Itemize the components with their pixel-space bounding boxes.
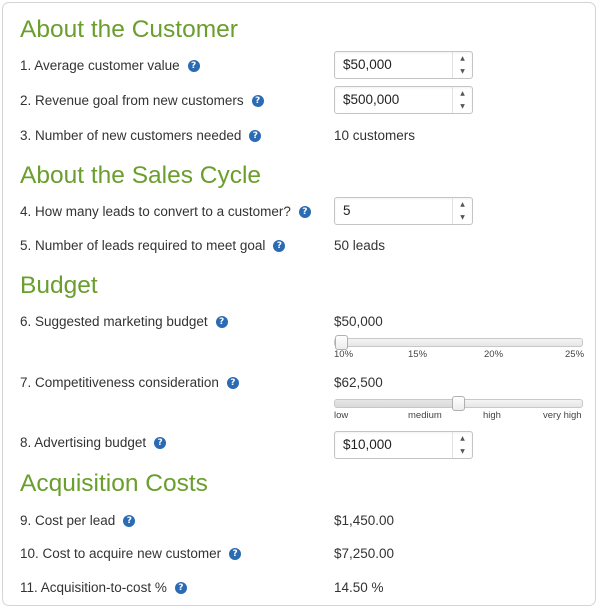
row-average-customer-value: 1. Average customer value ? xyxy=(20,59,200,73)
row-advertising-budget: 8. Advertising budget ? xyxy=(20,435,167,450)
help-icon[interactable]: ? xyxy=(154,436,167,449)
slider-tick-label: 10% xyxy=(334,349,354,360)
slider-tick-label: 20% xyxy=(484,349,504,360)
chevron-down-icon[interactable]: ▼ xyxy=(453,445,472,458)
leads-per-customer-stepper[interactable]: 5 ▲ ▼ xyxy=(334,197,473,225)
row-label: 4. How many leads to convert to a custom… xyxy=(20,204,291,219)
slider-handle[interactable] xyxy=(452,396,465,411)
help-icon[interactable]: ? xyxy=(273,239,286,252)
row-label: 6. Suggested marketing budget xyxy=(20,314,208,329)
leads-required-value: 50 leads xyxy=(334,238,386,253)
row-cost-to-acquire: 10. Cost to acquire new customer ? xyxy=(20,546,242,561)
stepper-arrows: ▲ ▼ xyxy=(452,198,472,224)
cost-per-lead-value: $1,450.00 xyxy=(334,513,395,528)
row-label: 1. Average customer value xyxy=(20,58,180,73)
section-title-budget: Budget xyxy=(20,272,98,299)
chevron-up-icon[interactable]: ▲ xyxy=(453,198,472,211)
row-label: 2. Revenue goal from new customers xyxy=(20,93,244,108)
slider-tick-label: low xyxy=(334,410,349,421)
section-title-customer: About the Customer xyxy=(20,16,238,43)
marketing-budget-slider[interactable] xyxy=(334,335,583,350)
slider-fill xyxy=(335,400,459,407)
stepper-arrows: ▲ ▼ xyxy=(452,52,472,78)
slider-tick-label: 15% xyxy=(408,349,428,360)
row-leads-required: 5. Number of leads required to meet goal… xyxy=(20,238,286,253)
row-label: 8. Advertising budget xyxy=(20,435,147,450)
help-icon[interactable]: ? xyxy=(249,129,262,142)
calculator-card: About the Customer 1. Average customer v… xyxy=(2,2,596,606)
stepper-arrows: ▲ ▼ xyxy=(452,87,472,113)
stepper-value[interactable]: 5 xyxy=(335,198,452,224)
stepper-arrows: ▲ ▼ xyxy=(452,432,472,458)
help-icon[interactable]: ? xyxy=(123,514,136,527)
chevron-up-icon[interactable]: ▲ xyxy=(453,87,472,100)
chevron-down-icon[interactable]: ▼ xyxy=(453,65,472,78)
slider-tick-label: very high xyxy=(543,410,582,421)
row-acquisition-to-cost: 11. Acquisition-to-cost % ? xyxy=(20,581,187,595)
row-customers-needed: 3. Number of new customers needed ? xyxy=(20,128,262,143)
help-icon[interactable]: ? xyxy=(187,59,200,72)
slider-tick-label: 25% xyxy=(565,349,585,360)
section-title-sales-cycle: About the Sales Cycle xyxy=(20,162,262,189)
cost-to-acquire-value: $7,250.00 xyxy=(334,546,395,561)
row-label: 9. Cost per lead xyxy=(20,513,116,528)
chevron-up-icon[interactable]: ▲ xyxy=(453,432,472,445)
help-icon[interactable]: ? xyxy=(298,205,311,218)
chevron-up-icon[interactable]: ▲ xyxy=(453,52,472,65)
slider-handle[interactable] xyxy=(335,335,348,350)
row-label: 5. Number of leads required to meet goal xyxy=(20,238,266,253)
competitiveness-value: $62,500 xyxy=(334,375,383,390)
row-revenue-goal: 2. Revenue goal from new customers ? xyxy=(20,94,264,108)
revenue-goal-stepper[interactable]: $500,000 ▲ ▼ xyxy=(334,86,473,114)
row-label: 10. Cost to acquire new customer xyxy=(20,546,222,561)
slider-tick-label: high xyxy=(483,410,501,421)
slider-tick-label: medium xyxy=(408,410,442,421)
help-icon[interactable]: ? xyxy=(215,315,228,328)
stepper-value[interactable]: $500,000 xyxy=(335,87,452,113)
marketing-budget-value: $50,000 xyxy=(334,314,383,329)
help-icon[interactable]: ? xyxy=(251,94,264,107)
row-competitiveness: 7. Competitiveness consideration ? xyxy=(20,376,239,390)
row-cost-per-lead: 9. Cost per lead ? xyxy=(20,513,136,528)
help-icon[interactable]: ? xyxy=(174,581,187,594)
competitiveness-slider[interactable] xyxy=(334,396,583,411)
section-title-acquisition: Acquisition Costs xyxy=(20,470,208,497)
chevron-down-icon[interactable]: ▼ xyxy=(453,211,472,224)
row-leads-per-customer: 4. How many leads to convert to a custom… xyxy=(20,205,311,219)
row-label: 11. Acquisition-to-cost % xyxy=(20,580,167,595)
acquisition-to-cost-value: 14.50 % xyxy=(334,580,384,595)
stepper-value[interactable]: $10,000 xyxy=(335,432,452,458)
advertising-budget-stepper[interactable]: $10,000 ▲ ▼ xyxy=(334,431,473,459)
row-marketing-budget: 6. Suggested marketing budget ? xyxy=(20,315,228,329)
customers-needed-value: 10 customers xyxy=(334,128,416,143)
average-customer-value-stepper[interactable]: $50,000 ▲ ▼ xyxy=(334,51,473,79)
help-icon[interactable]: ? xyxy=(226,376,239,389)
row-label: 3. Number of new customers needed xyxy=(20,128,242,143)
row-label: 7. Competitiveness consideration xyxy=(20,375,219,390)
stepper-value[interactable]: $50,000 xyxy=(335,52,452,78)
chevron-down-icon[interactable]: ▼ xyxy=(453,100,472,113)
help-icon[interactable]: ? xyxy=(229,547,242,560)
